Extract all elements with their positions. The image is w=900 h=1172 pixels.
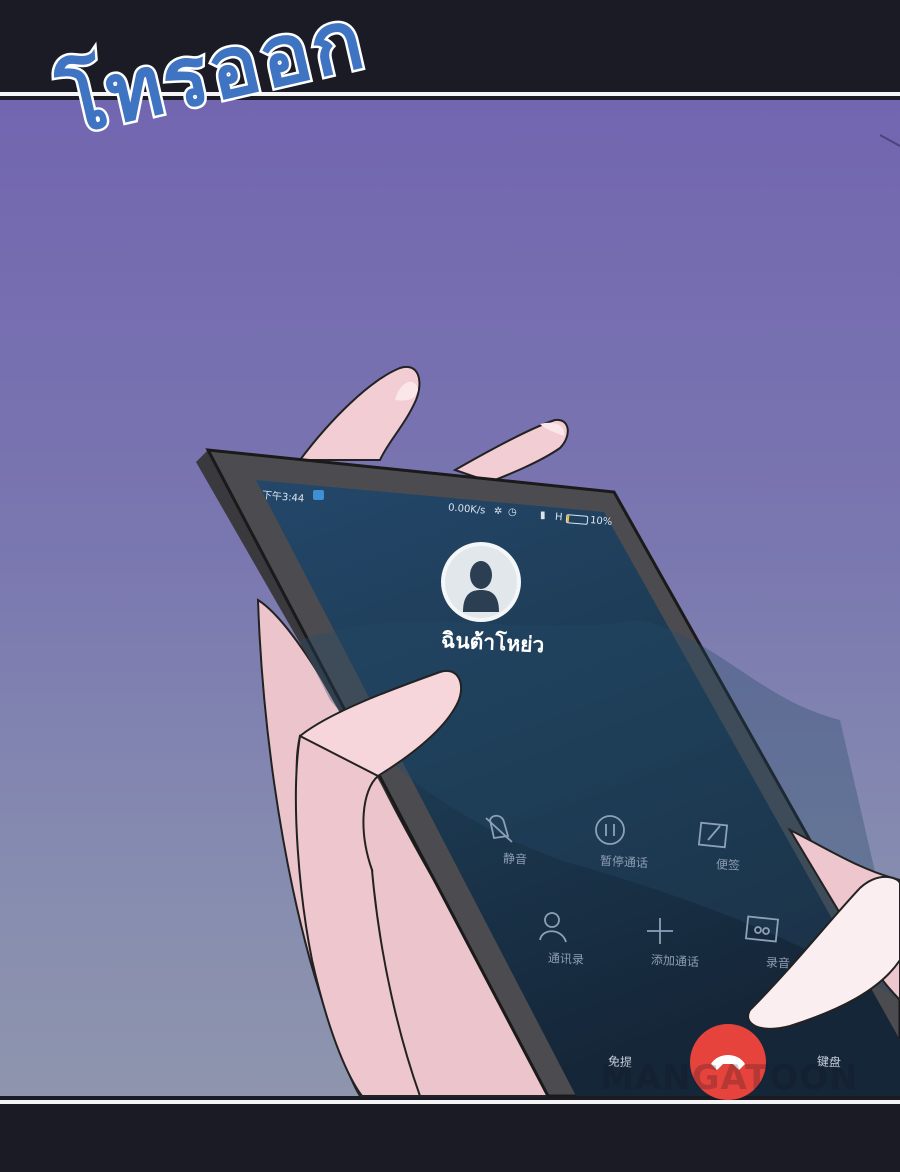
watermark-logo: MANGATOON	[600, 1058, 859, 1098]
person-head-icon	[470, 561, 492, 589]
back-finger-1	[297, 365, 421, 461]
notification-icon	[313, 490, 324, 500]
background-stroke	[879, 134, 900, 147]
alarm-icon: ◷	[508, 507, 517, 518]
signal-icon: ▮	[540, 510, 546, 521]
record-label[interactable]: 录音	[766, 953, 791, 971]
phone-in-hand-illustration	[196, 134, 900, 1100]
caller-name: ฉินต้าโหย่ว	[440, 627, 545, 658]
battery-level	[566, 515, 570, 523]
add-call-label[interactable]: 添加通话	[651, 951, 700, 970]
status-battery: 10%	[589, 515, 613, 528]
note-label[interactable]: 便签	[716, 855, 741, 873]
mute-label[interactable]: 静音	[503, 849, 528, 867]
hold-label[interactable]: 暂停通话	[600, 852, 649, 871]
battery-icon	[565, 514, 589, 525]
status-network: H	[554, 511, 563, 524]
contacts-label[interactable]: 通讯录	[548, 949, 585, 968]
bluetooth-icon: ✲	[494, 506, 503, 517]
